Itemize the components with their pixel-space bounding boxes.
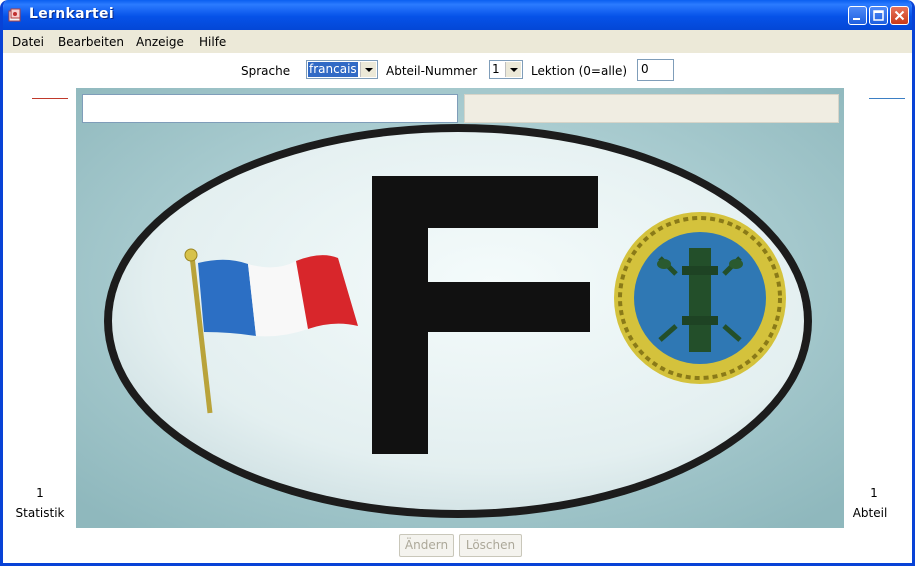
app-window: Lernkartei Datei Bearbeiten Anzeige Hilf… — [0, 0, 915, 566]
minimize-button[interactable] — [848, 6, 867, 25]
close-button[interactable] — [890, 6, 909, 25]
question-field[interactable] — [82, 94, 458, 123]
close-icon — [894, 10, 905, 21]
maximize-button[interactable] — [869, 6, 888, 25]
sprache-label: Sprache — [241, 64, 291, 78]
france-oval-sticker — [76, 88, 844, 528]
right-marker-line — [869, 98, 905, 99]
abteil-count: 1 — [870, 486, 878, 500]
maximize-icon — [873, 10, 884, 21]
window-title: Lernkartei — [29, 6, 114, 22]
title-bar[interactable]: Lernkartei — [3, 0, 912, 30]
minimize-icon — [853, 18, 860, 20]
menu-datei[interactable]: Datei — [12, 35, 44, 49]
menu-hilfe[interactable]: Hilfe — [199, 35, 226, 49]
abteil-nummer-label: Abteil-Nummer — [386, 64, 478, 78]
lektion-input[interactable]: 0 — [637, 59, 674, 81]
left-marker-line — [32, 98, 68, 99]
delete-button[interactable]: Löschen — [459, 534, 522, 557]
menu-bearbeiten[interactable]: Bearbeiten — [58, 35, 124, 49]
menu-bar: Datei Bearbeiten Anzeige Hilfe — [3, 30, 235, 53]
abteil-label[interactable]: Abteil — [840, 506, 900, 520]
answer-field — [464, 94, 839, 123]
change-button[interactable]: Ändern — [399, 534, 454, 557]
menu-anzeige[interactable]: Anzeige — [136, 35, 184, 49]
chevron-down-icon[interactable] — [360, 62, 376, 77]
statistik-label[interactable]: Statistik — [10, 506, 70, 520]
abteil-nummer-value: 1 — [492, 62, 500, 76]
app-icon — [8, 8, 21, 22]
lektion-label: Lektion (0=alle) — [531, 64, 628, 78]
menu-bar-filler — [235, 30, 912, 53]
sprache-select[interactable]: francais — [306, 60, 378, 79]
card-image — [76, 88, 844, 528]
chevron-down-icon[interactable] — [505, 62, 521, 77]
statistik-count: 1 — [36, 486, 44, 500]
sprache-value: francais — [308, 62, 358, 77]
seal-icon — [614, 212, 786, 384]
lektion-value: 0 — [641, 62, 649, 76]
abteil-nummer-select[interactable]: 1 — [489, 60, 523, 79]
